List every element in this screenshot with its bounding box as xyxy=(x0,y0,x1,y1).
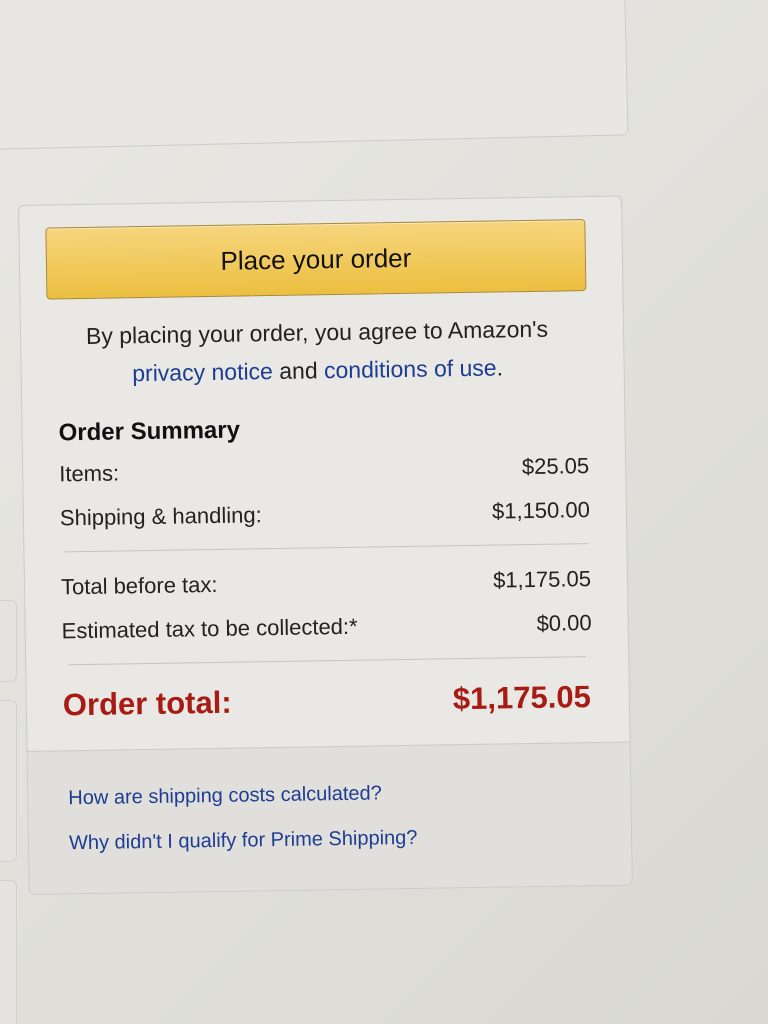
agreement-text: By placing your order, you agree to Amaz… xyxy=(47,309,588,393)
summary-row-shipping: Shipping & handling: $1,150.00 xyxy=(60,497,590,531)
help-section: How are shipping costs calculated? Why d… xyxy=(27,741,633,895)
conditions-of-use-link[interactable]: conditions of use xyxy=(324,355,497,384)
summary-row-total-before-tax: Total before tax: $1,175.05 xyxy=(61,566,591,600)
privacy-notice-link[interactable]: privacy notice xyxy=(132,358,273,386)
side-panel-fragment xyxy=(0,700,17,862)
place-order-button[interactable]: Place your order xyxy=(45,219,587,300)
order-total-row: Order total: $1,175.05 xyxy=(63,679,592,723)
divider xyxy=(68,656,587,666)
row-value: $1,175.05 xyxy=(492,566,592,593)
side-panel-fragment xyxy=(0,880,17,1024)
order-total-value: $1,175.05 xyxy=(452,679,592,717)
row-value: $25.05 xyxy=(521,453,590,480)
row-value: $0.00 xyxy=(536,610,592,636)
order-total-label: Order total: xyxy=(62,684,232,723)
order-summary-box: Place your order By placing your order, … xyxy=(18,195,633,895)
row-label: Shipping & handling: xyxy=(59,502,262,531)
agreement-prefix: By placing your order, you agree to Amaz… xyxy=(85,315,549,349)
side-panel-fragment xyxy=(0,600,17,682)
row-value: $1,150.00 xyxy=(491,497,591,524)
order-summary-title: Order Summary xyxy=(58,416,241,447)
agreement-and: and xyxy=(279,357,318,384)
previous-section-card xyxy=(0,0,629,150)
summary-row-estimated-tax: Estimated tax to be collected:* $0.00 xyxy=(61,610,591,644)
shipping-costs-help-link[interactable]: How are shipping costs calculated? xyxy=(68,778,630,810)
row-label: Total before tax: xyxy=(60,571,218,600)
agreement-suffix: . xyxy=(496,354,504,381)
divider xyxy=(64,543,589,553)
row-label: Items: xyxy=(59,460,120,487)
prime-shipping-help-link[interactable]: Why didn't I qualify for Prime Shipping? xyxy=(69,823,631,855)
summary-row-items: Items: $25.05 xyxy=(59,453,589,487)
row-label: Estimated tax to be collected:* xyxy=(61,613,358,644)
screen: Place your order By placing your order, … xyxy=(0,0,768,1024)
